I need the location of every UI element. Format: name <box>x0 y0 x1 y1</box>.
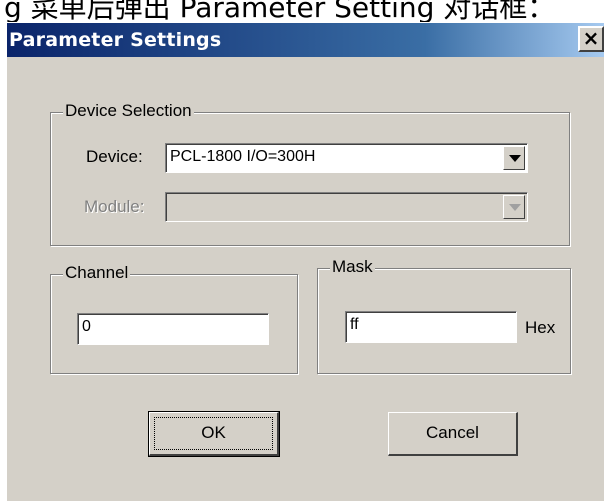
module-select[interactable] <box>165 192 528 222</box>
title-bar[interactable]: Parameter Settings × <box>7 23 604 57</box>
cancel-button-label: Cancel <box>426 423 479 442</box>
channel-input[interactable]: 0 <box>77 313 269 345</box>
device-select[interactable]: PCL-1800 I/O=300H <box>165 143 528 173</box>
ok-button[interactable]: OK <box>148 411 280 457</box>
channel-input-value: 0 <box>82 318 91 335</box>
device-label: Device: <box>86 147 143 166</box>
ok-button-label: OK <box>201 423 226 442</box>
module-dropdown-icon[interactable] <box>503 195 525 219</box>
hex-label: Hex <box>525 318 556 337</box>
device-dropdown-icon[interactable] <box>503 146 525 170</box>
caption-text: g 菜单后弹出 Parameter Setting 对话框： <box>4 0 556 22</box>
mask-input[interactable]: ff <box>345 311 517 343</box>
close-icon: × <box>582 26 600 50</box>
mask-group: Mask ff Hex <box>317 257 571 374</box>
parameter-settings-dialog: Parameter Settings × Device Selection De… <box>6 22 604 501</box>
device-selection-group: Device Selection Device: PCL-1800 I/O=30… <box>50 101 570 246</box>
module-label: Module: <box>84 197 145 216</box>
device-select-value: PCL-1800 I/O=300H <box>170 148 316 165</box>
mask-legend: Mask <box>330 257 375 277</box>
device-selection-legend: Device Selection <box>63 101 194 121</box>
background-caption: g 菜单后弹出 Parameter Setting 对话框： <box>0 0 604 22</box>
channel-legend: Channel <box>63 263 131 283</box>
channel-group: Channel 0 <box>50 263 298 374</box>
cancel-button[interactable]: Cancel <box>388 412 518 456</box>
close-button[interactable]: × <box>578 26 604 52</box>
window-title: Parameter Settings <box>9 29 222 51</box>
mask-input-value: ff <box>350 316 359 333</box>
